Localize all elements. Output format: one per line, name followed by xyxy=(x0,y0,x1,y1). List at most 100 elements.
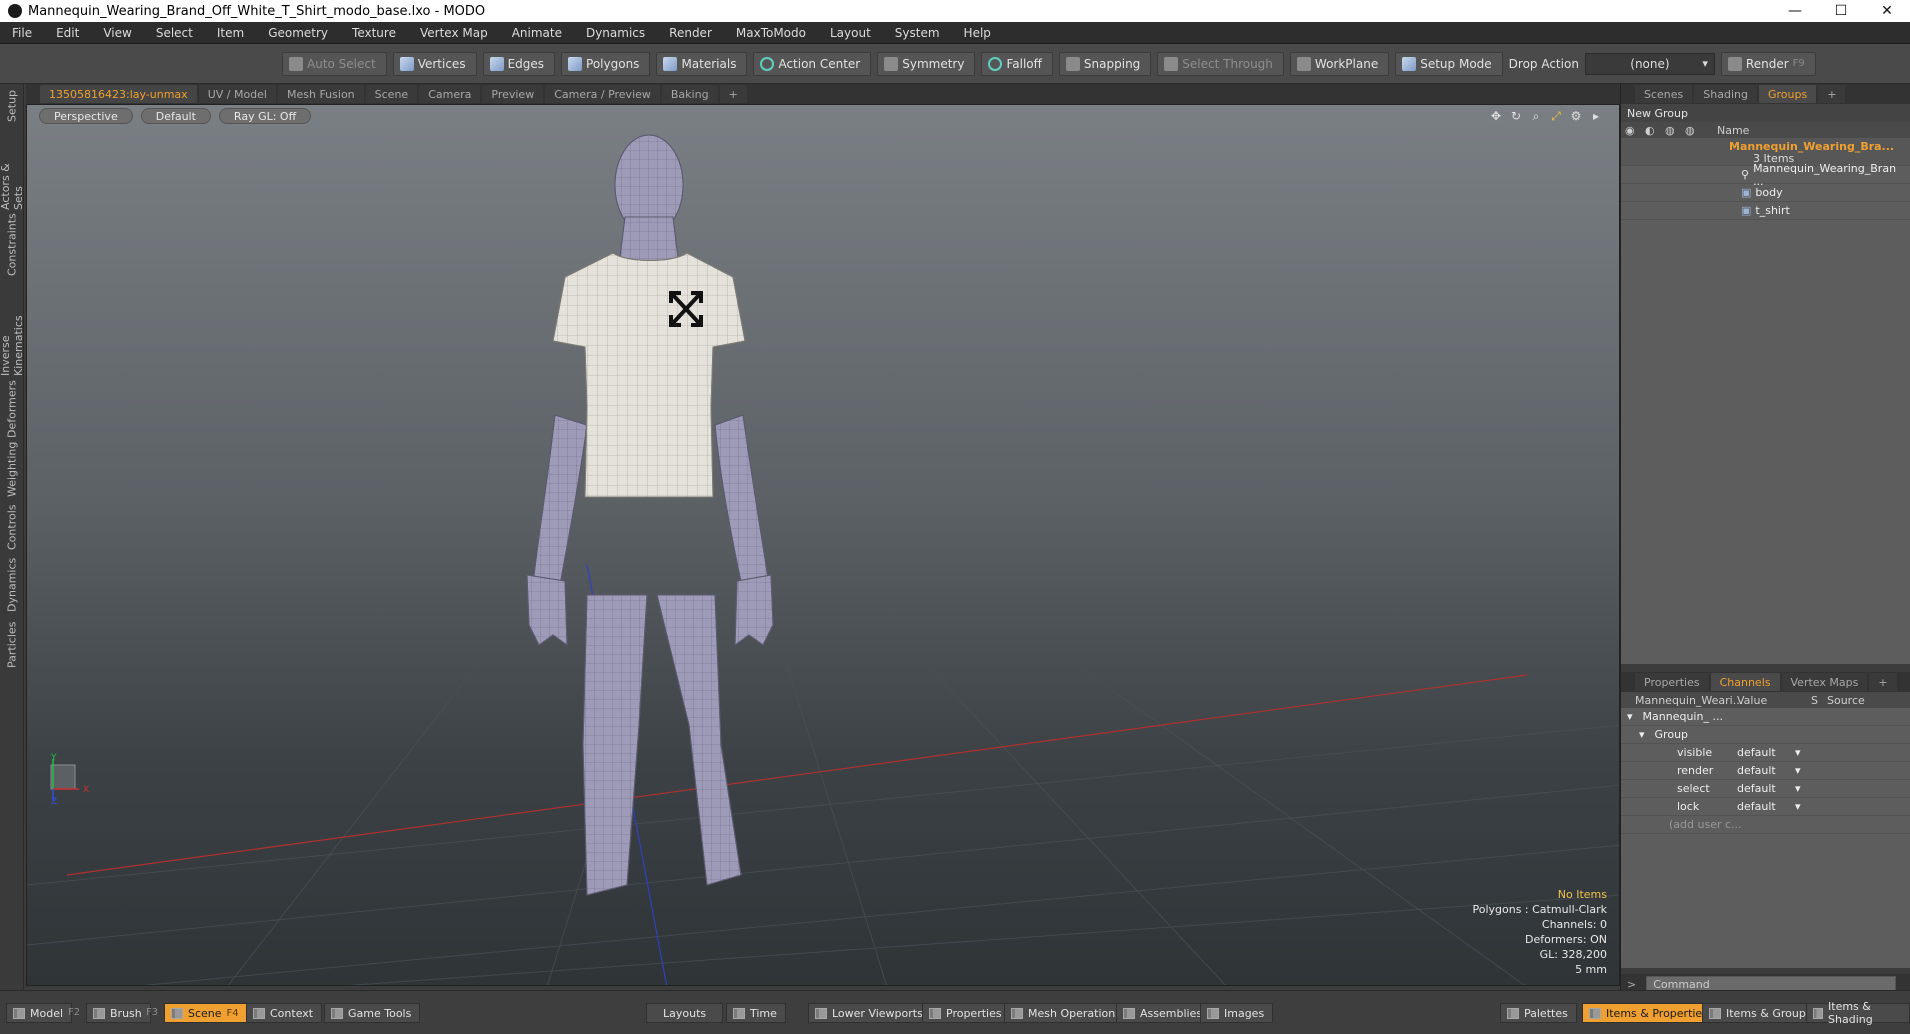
tab-lay-unmax[interactable]: 13505816423:lay-unmax xyxy=(40,85,197,103)
render-toggle-icon[interactable]: ◐ xyxy=(1645,124,1665,137)
stats-gl: GL: 328,200 xyxy=(1539,948,1607,961)
tab-setup[interactable]: Setup xyxy=(2,88,22,124)
layout-icon xyxy=(253,1007,265,1019)
setup-mode-button[interactable]: Setup Mode xyxy=(1395,51,1503,76)
workplane-button[interactable]: WorkPlane xyxy=(1289,51,1390,76)
tab-properties[interactable]: Properties xyxy=(1635,673,1709,691)
lock-icon[interactable]: ◍ xyxy=(1685,124,1705,137)
tab-mesh-fusion[interactable]: Mesh Fusion xyxy=(278,85,364,103)
chevron-down-icon[interactable]: ▾ xyxy=(1795,782,1801,795)
images-button[interactable]: Images xyxy=(1200,1003,1274,1023)
expand-arrow-icon[interactable]: ▾ xyxy=(1639,728,1645,741)
tab-constraints[interactable]: Constraints xyxy=(2,214,22,277)
tab-dynamics[interactable]: Dynamics xyxy=(2,558,22,612)
brush-hotkey: F3 xyxy=(146,1007,159,1018)
tab-scene[interactable]: Scene xyxy=(365,85,418,103)
menu-help[interactable]: Help xyxy=(952,26,1003,40)
falloff-button[interactable]: Falloff xyxy=(981,51,1053,76)
mesh-operations-button[interactable]: Mesh Operations xyxy=(1004,1003,1130,1023)
window-title: Mannequin_Wearing_Brand_Off_White_T_Shir… xyxy=(28,3,486,19)
channel-row-lock[interactable]: lock default ▾ xyxy=(1621,798,1910,816)
context-layout-button[interactable]: Context xyxy=(246,1003,323,1023)
menu-geometry[interactable]: Geometry xyxy=(256,26,340,40)
select-through-button[interactable]: Select Through xyxy=(1157,51,1284,76)
menu-animate[interactable]: Animate xyxy=(500,26,574,40)
snapping-button[interactable]: Snapping xyxy=(1058,51,1152,76)
tree-item-mannequin[interactable]: ⚲ Mannequin_Wearing_Bran ... xyxy=(1621,162,1910,188)
items-groups-button[interactable]: Items & Groups xyxy=(1702,1003,1821,1023)
menu-render[interactable]: Render xyxy=(657,26,724,40)
expand-arrow-icon[interactable]: ▾ xyxy=(1627,710,1633,723)
tab-baking[interactable]: Baking xyxy=(661,85,718,103)
tab-actors-sets[interactable]: Actors & Sets xyxy=(0,140,25,210)
time-button[interactable]: Time xyxy=(726,1003,786,1023)
close-button[interactable]: ✕ xyxy=(1864,0,1910,22)
add-panel-tab-button[interactable]: + xyxy=(1818,85,1846,103)
menu-system[interactable]: System xyxy=(883,26,952,40)
tab-vertex-maps[interactable]: Vertex Maps xyxy=(1781,673,1868,691)
3d-viewport[interactable]: Perspective Default Ray GL: Off ✥ ↻ ⌕ ⤢ … xyxy=(26,104,1620,986)
channel-root-row[interactable]: ▾ Mannequin_ ... xyxy=(1621,708,1910,726)
render-button[interactable]: Render F9 xyxy=(1720,51,1816,76)
new-group-button[interactable]: New Group xyxy=(1621,104,1910,122)
minimize-button[interactable]: — xyxy=(1772,0,1818,22)
properties-button[interactable]: Properties xyxy=(922,1003,1011,1023)
maximize-button[interactable]: ☐ xyxy=(1818,0,1864,22)
menu-texture[interactable]: Texture xyxy=(340,26,408,40)
materials-button[interactable]: Materials xyxy=(656,51,748,76)
add-tab-button[interactable]: + xyxy=(719,85,747,103)
menu-vertex-map[interactable]: Vertex Map xyxy=(408,26,500,40)
auto-select-button[interactable]: Auto Select xyxy=(282,51,387,76)
scene-layout-button[interactable]: Scene F4 xyxy=(164,1003,248,1023)
channel-row-visible[interactable]: visible default ▾ xyxy=(1621,744,1910,762)
chevron-down-icon[interactable]: ▾ xyxy=(1795,800,1801,813)
tab-scenes[interactable]: Scenes xyxy=(1635,85,1693,103)
brush-layout-button[interactable]: Brush xyxy=(86,1003,151,1023)
channel-row-render[interactable]: render default ▾ xyxy=(1621,762,1910,780)
tab-shading[interactable]: Shading xyxy=(1694,85,1757,103)
chevron-down-icon[interactable]: ▾ xyxy=(1795,746,1801,759)
model-layout-button[interactable]: Model xyxy=(6,1003,73,1023)
polygons-button[interactable]: Polygons xyxy=(561,51,651,76)
tab-uv-model[interactable]: UV / Model xyxy=(198,85,276,103)
menu-select[interactable]: Select xyxy=(144,26,205,40)
game-tools-layout-button[interactable]: Game Tools xyxy=(324,1003,421,1023)
chevron-down-icon[interactable]: ▾ xyxy=(1795,764,1801,777)
menu-maxtomodo[interactable]: MaxToModo xyxy=(724,26,818,40)
menu-dynamics[interactable]: Dynamics xyxy=(574,26,657,40)
tab-preview[interactable]: Preview xyxy=(482,85,544,103)
visibility-eye-icon[interactable]: ◉ xyxy=(1625,124,1645,137)
groups-header: ◉ ◐ ◍ ◍ Name xyxy=(1621,122,1910,138)
tab-particles[interactable]: Particles xyxy=(2,618,22,672)
items-properties-button[interactable]: Items & Properties xyxy=(1582,1003,1717,1023)
assemblies-button[interactable]: Assemblies xyxy=(1116,1003,1212,1023)
tab-inverse-kinematics[interactable]: Inverse Kinematics xyxy=(0,280,25,376)
tab-weighting[interactable]: Weighting xyxy=(2,441,22,496)
drop-action-dropdown[interactable]: (none) xyxy=(1584,52,1715,75)
add-panel-tab-button[interactable]: + xyxy=(1869,673,1897,691)
tab-channels[interactable]: Channels xyxy=(1710,673,1780,691)
edges-button[interactable]: Edges xyxy=(482,51,556,76)
channel-row-select[interactable]: select default ▾ xyxy=(1621,780,1910,798)
tab-camera[interactable]: Camera xyxy=(419,85,481,103)
tab-deformers[interactable]: Deformers xyxy=(2,380,22,438)
action-center-button[interactable]: Action Center xyxy=(753,51,872,76)
palettes-button[interactable]: Palettes xyxy=(1500,1003,1577,1023)
menu-edit[interactable]: Edit xyxy=(44,26,91,40)
tab-camera-preview[interactable]: Camera / Preview xyxy=(545,85,660,103)
add-user-channel-row[interactable]: (add user c... xyxy=(1621,816,1910,834)
tab-controls[interactable]: Controls xyxy=(2,502,22,552)
select-lock-icon[interactable]: ◍ xyxy=(1665,124,1685,137)
symmetry-button[interactable]: Symmetry xyxy=(877,51,976,76)
tab-groups[interactable]: Groups xyxy=(1758,85,1817,103)
items-shading-button[interactable]: Items & Shading xyxy=(1806,1000,1910,1026)
layouts-button[interactable]: Layouts xyxy=(646,1003,724,1023)
lower-viewports-button[interactable]: Lower Viewports xyxy=(808,1003,932,1023)
vertices-button[interactable]: Vertices xyxy=(392,51,477,76)
channel-group-row[interactable]: ▾ Group xyxy=(1621,726,1910,744)
menu-file[interactable]: File xyxy=(0,26,44,40)
menu-view[interactable]: View xyxy=(91,26,143,40)
tree-item-t-shirt[interactable]: ▣ t_shirt xyxy=(1621,202,1910,220)
menu-layout[interactable]: Layout xyxy=(818,26,883,40)
menu-item[interactable]: Item xyxy=(205,26,256,40)
